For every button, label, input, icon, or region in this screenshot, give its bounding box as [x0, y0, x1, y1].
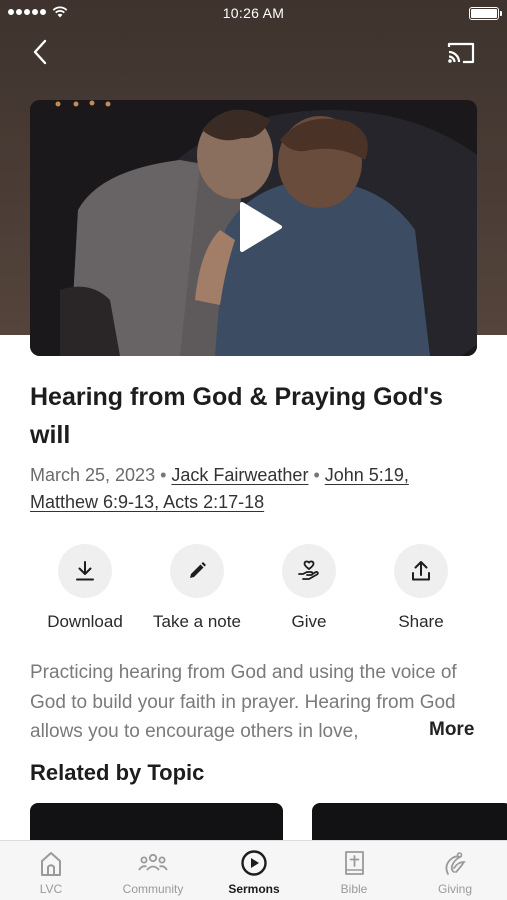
back-button[interactable]: [28, 38, 54, 66]
cast-button[interactable]: [445, 40, 477, 66]
meta-separator: •: [313, 465, 320, 485]
give-button[interactable]: Give: [254, 544, 364, 632]
tab-community[interactable]: Community: [103, 841, 203, 900]
cast-icon: [447, 42, 475, 64]
download-button[interactable]: Download: [30, 544, 140, 632]
give-button-circle: [282, 544, 336, 598]
play-circle-icon: [241, 850, 267, 876]
battery-icon: [469, 7, 502, 20]
download-icon: [76, 561, 94, 581]
take-note-button[interactable]: Take a note: [142, 544, 252, 632]
tab-giving[interactable]: Giving: [405, 841, 505, 900]
meta-separator: •: [160, 465, 167, 485]
play-button[interactable]: [226, 192, 290, 262]
share-button-circle: [394, 544, 448, 598]
sermon-meta: March 25, 2023 • Jack Fairweather • John 5:1…: [30, 462, 480, 516]
give-heart-hand-icon: [298, 560, 319, 580]
sermon-title: Hearing from God & Praying God's will: [30, 383, 443, 449]
people-icon: [138, 853, 168, 871]
description-fade: [360, 718, 430, 748]
take-note-button-circle: [170, 544, 224, 598]
status-bar: 10:26 AM: [0, 0, 507, 28]
download-button-circle: [58, 544, 112, 598]
related-by-topic-heading: Related by Topic: [30, 760, 205, 785]
take-note-label: Take a note: [153, 612, 241, 631]
tab-bible-label: Bible: [340, 882, 368, 896]
tab-sermons[interactable]: Sermons: [204, 841, 304, 900]
scripture-link[interactable]: John 5:19,: [325, 465, 409, 485]
download-label: Download: [47, 612, 123, 631]
tab-bar: LVC Community Sermons Bible Giving: [0, 840, 507, 900]
pencil-icon: [190, 562, 206, 578]
church-icon: [41, 852, 61, 876]
giving-icon: [445, 852, 466, 875]
share-button[interactable]: Share: [366, 544, 476, 632]
speaker-link[interactable]: Jack Fairweather: [171, 465, 308, 485]
tab-lvc-label: LVC: [39, 882, 63, 896]
play-icon: [240, 202, 282, 252]
chevron-left-icon: [33, 39, 47, 65]
tab-lvc[interactable]: LVC: [1, 841, 101, 900]
sermon-actions: Download Take a note Give Share: [30, 544, 477, 636]
tab-community-label: Community: [122, 882, 184, 896]
tab-sermons-label: Sermons: [228, 882, 280, 896]
sermon-date: March 25, 2023: [30, 465, 156, 485]
tab-bible[interactable]: Bible: [304, 841, 404, 900]
give-label: Give: [291, 612, 327, 631]
status-time: 10:26 AM: [222, 5, 285, 21]
bible-icon: [345, 851, 364, 875]
tab-giving-label: Giving: [437, 882, 472, 896]
sermon-video-player[interactable]: [30, 100, 477, 356]
more-button[interactable]: More: [429, 719, 474, 741]
scripture-link-continued[interactable]: Matthew 6:9-13, Acts 2:17-18: [30, 492, 264, 512]
share-icon: [412, 561, 430, 581]
share-label: Share: [398, 612, 444, 631]
